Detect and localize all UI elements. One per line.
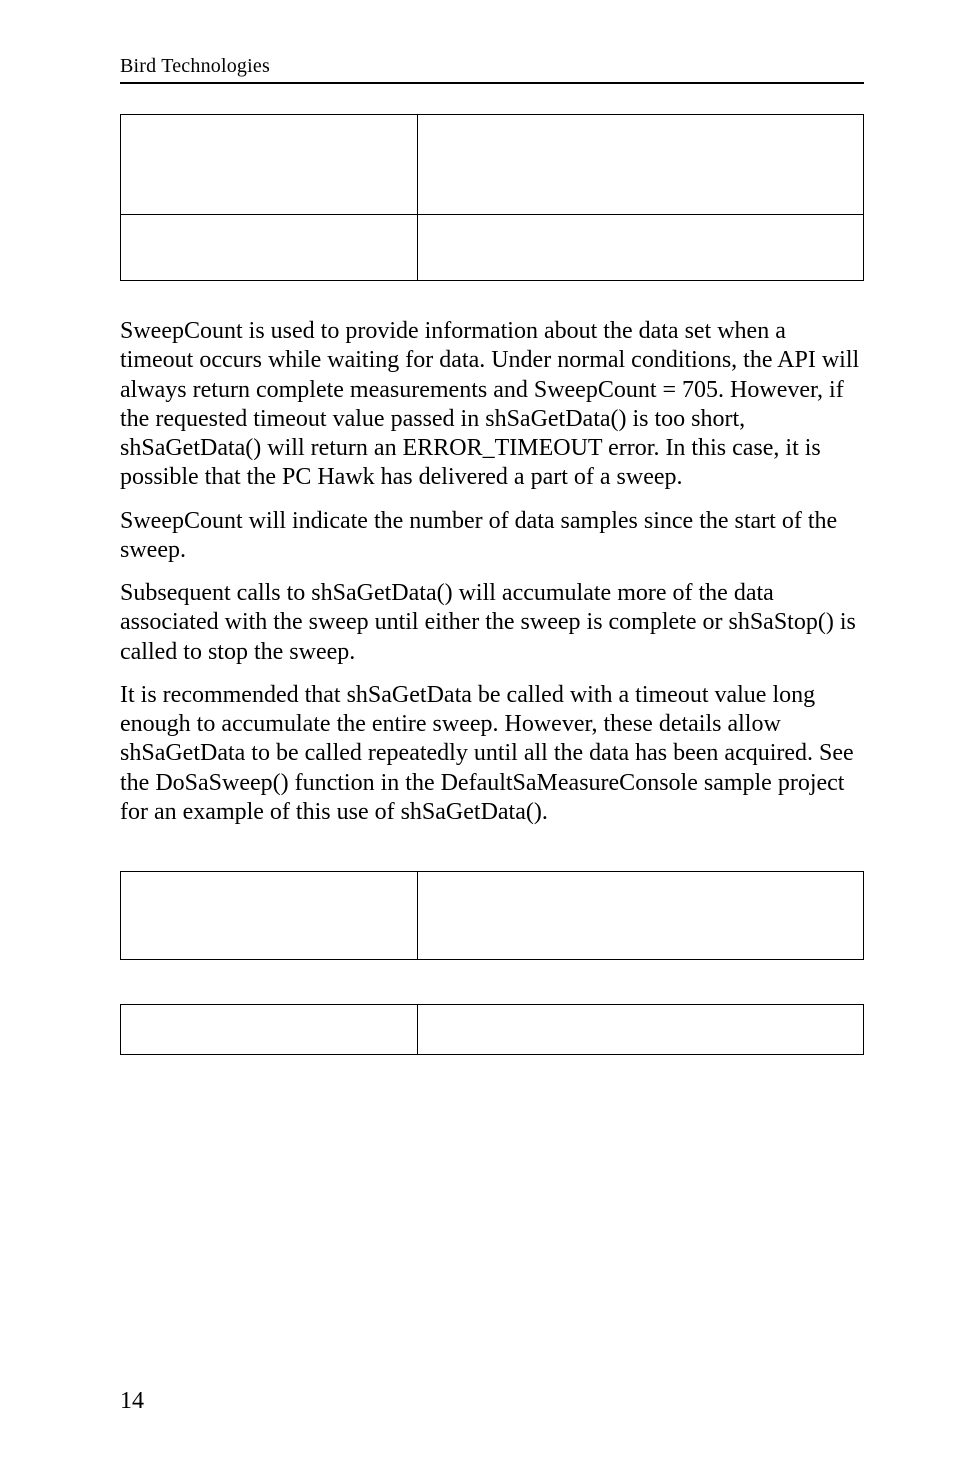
table-row <box>121 872 864 960</box>
paragraph: SweepCount is used to provide informatio… <box>120 317 864 493</box>
body-text: SweepCount is used to provide informatio… <box>120 317 864 827</box>
table-cell <box>418 872 864 960</box>
table-row <box>121 215 864 281</box>
table-1 <box>120 114 864 281</box>
table-cell <box>121 1005 418 1055</box>
table-row <box>121 115 864 215</box>
table-cell <box>418 115 864 215</box>
paragraph: Subsequent calls to shSaGetData() will a… <box>120 579 864 667</box>
lower-tables <box>120 871 864 1055</box>
paragraph: SweepCount will indicate the number of d… <box>120 507 864 566</box>
page: Bird Technologies SweepCount is used to … <box>0 0 954 1475</box>
table-cell <box>121 215 418 281</box>
running-head: Bird Technologies <box>120 55 864 78</box>
table-cell <box>418 215 864 281</box>
table-cell <box>418 1005 864 1055</box>
table-cell <box>121 872 418 960</box>
table-row <box>121 1005 864 1055</box>
page-number: 14 <box>120 1388 144 1415</box>
paragraph: It is recommended that shSaGetData be ca… <box>120 681 864 827</box>
table-2a <box>120 871 864 960</box>
header-rule <box>120 82 864 84</box>
table-2b <box>120 1004 864 1055</box>
table-cell <box>121 115 418 215</box>
